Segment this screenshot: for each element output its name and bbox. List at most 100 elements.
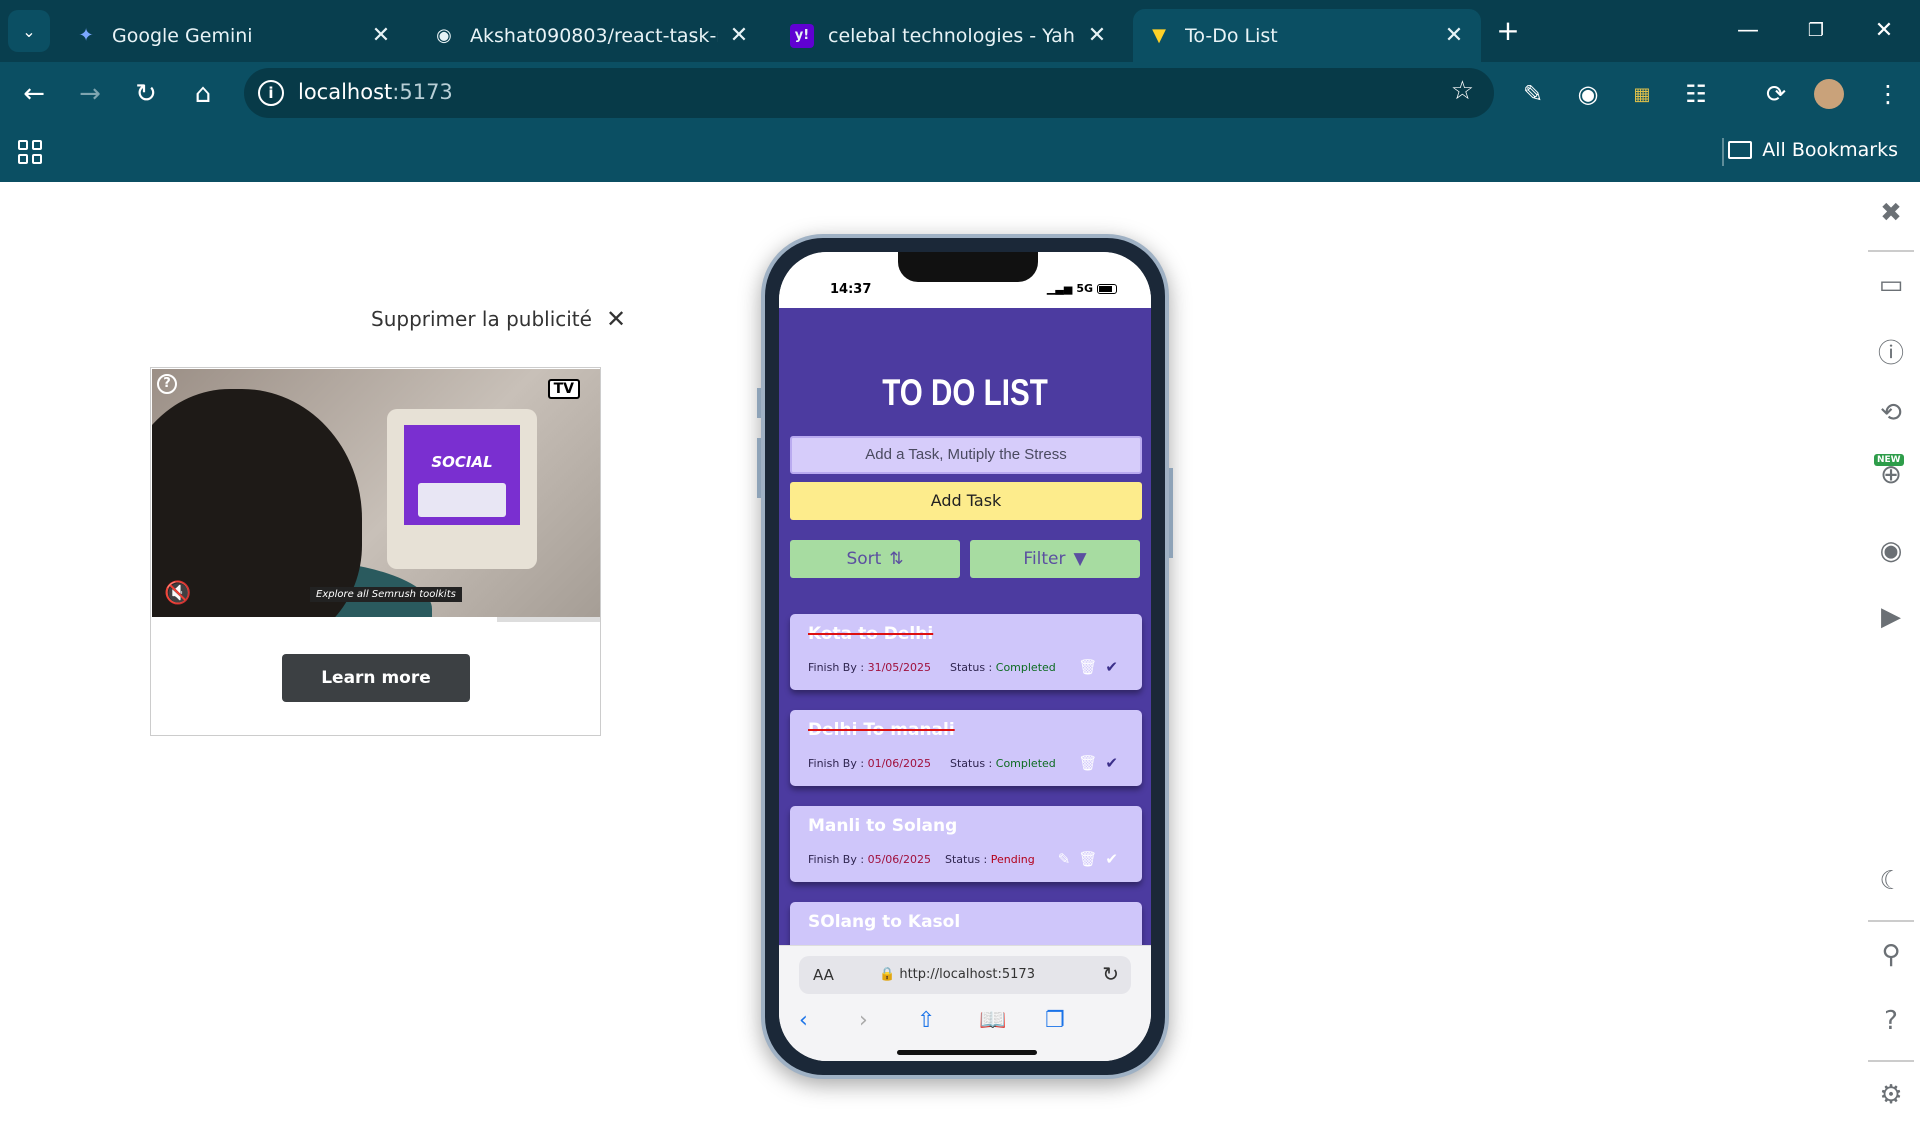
- reload-button[interactable]: ↻: [126, 74, 166, 114]
- performance-icon[interactable]: ⟳: [1758, 76, 1794, 112]
- add-task-button[interactable]: Add Task: [790, 482, 1142, 520]
- learn-more-button[interactable]: Learn more: [282, 654, 470, 702]
- bookmarks-bar: All Bookmarks: [0, 126, 1920, 182]
- close-window-button[interactable]: ✕: [1854, 10, 1914, 50]
- vite-icon: ▼: [1152, 25, 1166, 46]
- filter-label: Filter: [1023, 549, 1066, 569]
- folder-icon: [1728, 141, 1753, 159]
- target-extension-icon[interactable]: ◉: [1570, 76, 1606, 112]
- restore-button[interactable]: ❐: [1786, 10, 1846, 50]
- settings-gear-icon[interactable]: ⚙: [1874, 1078, 1908, 1112]
- tab-google-gemini[interactable]: ✦ Google Gemini ✕: [60, 9, 408, 62]
- ad-video[interactable]: SOCIAL Explore all Semrush toolkits TV ?…: [152, 369, 600, 622]
- video-icon[interactable]: ▶: [1874, 600, 1908, 634]
- screen-text: SOCIAL: [431, 453, 493, 471]
- mobile-address-bar[interactable]: AA 🔒 http://localhost:5173 ↻: [799, 956, 1131, 994]
- url-port: :5173: [392, 80, 453, 104]
- all-bookmarks-button[interactable]: All Bookmarks: [1728, 139, 1898, 161]
- camera-icon[interactable]: ◉: [1874, 534, 1908, 568]
- rotate-icon[interactable]: ⟲: [1874, 396, 1908, 430]
- tabs-icon[interactable]: ❐: [1045, 1008, 1065, 1033]
- menu-kebab-icon[interactable]: ⋮: [1870, 76, 1906, 112]
- mobile-forward-icon[interactable]: ›: [859, 1008, 868, 1033]
- url-text: localhost:5173: [298, 80, 453, 104]
- minimize-button[interactable]: —: [1718, 10, 1778, 50]
- reload-icon[interactable]: ↻: [1102, 962, 1119, 986]
- phone-frame: 14:37 ▁▃▅ 5G TO DO LIST Add a Task, Muti…: [757, 234, 1173, 1079]
- sort-button[interactable]: Sort ⇅: [790, 540, 960, 578]
- zoom-icon[interactable]: ⊕ NEW: [1874, 454, 1908, 492]
- status-time: 14:37: [830, 282, 872, 297]
- tab-title: Google Gemini: [112, 24, 253, 47]
- close-circle-icon[interactable]: ✖: [1874, 196, 1908, 230]
- help-circle-icon[interactable]: ?: [1874, 1004, 1908, 1038]
- reader-aa-button[interactable]: AA: [813, 966, 834, 984]
- apps-grid-icon[interactable]: [18, 140, 42, 164]
- filter-button[interactable]: Filter ▼: [970, 540, 1140, 578]
- close-icon[interactable]: ✕: [1441, 23, 1467, 48]
- tab-github[interactable]: ◉ Akshat090803/react-task-mana ✕: [418, 9, 766, 62]
- site-info-icon[interactable]: i: [258, 80, 284, 106]
- tv-logo: TV: [547, 379, 580, 399]
- remove-ad-link[interactable]: Supprimer la publicité ✕: [371, 305, 626, 333]
- close-icon[interactable]: ✕: [368, 23, 394, 48]
- task-finish: Finish By : 05/06/2025: [808, 853, 931, 866]
- check-icon[interactable]: ✔: [1105, 754, 1118, 772]
- url-host: localhost: [298, 80, 393, 104]
- trash-icon[interactable]: 🗑: [1078, 658, 1097, 676]
- tab-title: Akshat090803/react-task-mana: [470, 24, 718, 47]
- task-card: Kota to Delhi Finish By : 31/05/2025 Sta…: [790, 614, 1142, 690]
- close-icon[interactable]: ✕: [1084, 23, 1110, 48]
- profile-avatar[interactable]: [1814, 79, 1844, 109]
- edit-icon[interactable]: ✎: [1058, 850, 1071, 868]
- back-button[interactable]: ←: [14, 74, 54, 114]
- close-icon[interactable]: ✕: [726, 23, 752, 48]
- address-bar[interactable]: i localhost:5173 ☆: [244, 68, 1494, 118]
- tab-yahoo[interactable]: y! celebal technologies - Yahoo In ✕: [776, 9, 1124, 62]
- todo-app: TO DO LIST Add a Task, Mutiply the Stres…: [779, 308, 1151, 945]
- sheets-extension-icon[interactable]: ▦: [1624, 76, 1660, 112]
- check-icon[interactable]: ✔: [1105, 850, 1118, 868]
- all-bookmarks-label: All Bookmarks: [1762, 139, 1898, 161]
- sidebar-separator: [1868, 250, 1914, 252]
- monitor-illustration: SOCIAL: [387, 409, 537, 569]
- close-icon[interactable]: ✕: [606, 305, 626, 333]
- lock-icon: 🔒: [879, 967, 896, 982]
- info-icon[interactable]: ⓘ: [1874, 334, 1908, 369]
- sidebar-separator: [1868, 1060, 1914, 1062]
- signal-icon: ▁▃▅: [1046, 282, 1073, 295]
- share-nodes-icon[interactable]: ⚲: [1874, 938, 1908, 972]
- devices-icon[interactable]: ▭: [1874, 268, 1908, 302]
- task-input[interactable]: Add a Task, Mutiply the Stress: [790, 436, 1142, 474]
- tab-title: To-Do List: [1185, 24, 1278, 47]
- tab-search-button[interactable]: ⌄: [8, 10, 50, 52]
- tab-strip: ⌄ ✦ Google Gemini ✕ ◉ Akshat090803/react…: [0, 0, 1920, 62]
- trash-icon[interactable]: 🗑: [1078, 754, 1097, 772]
- filter-icon: ▼: [1073, 549, 1087, 569]
- tab-todo-list[interactable]: ▼ To-Do List ✕: [1133, 9, 1481, 62]
- monitor-screen: SOCIAL: [404, 425, 520, 525]
- extensions-puzzle-icon[interactable]: ☷: [1678, 76, 1714, 112]
- mobile-url: 🔒 http://localhost:5173: [879, 967, 1035, 982]
- mute-icon[interactable]: 🔇: [164, 581, 191, 606]
- home-button[interactable]: ⌂: [183, 74, 223, 114]
- task-finish: Finish By : 01/06/2025: [808, 757, 931, 770]
- trash-icon[interactable]: 🗑: [1078, 850, 1097, 868]
- new-tab-button[interactable]: +: [1478, 10, 1538, 50]
- browser-chrome: ⌄ ✦ Google Gemini ✕ ◉ Akshat090803/react…: [0, 0, 1920, 182]
- home-indicator: [897, 1050, 1037, 1055]
- bookmarks-book-icon[interactable]: 📖: [979, 1008, 1006, 1033]
- forward-button[interactable]: →: [70, 74, 110, 114]
- moon-icon[interactable]: ☾: [1874, 864, 1908, 898]
- share-icon[interactable]: ⇧: [917, 1008, 935, 1033]
- yahoo-icon: y!: [790, 23, 814, 48]
- github-icon: ◉: [436, 25, 452, 46]
- mobile-back-icon[interactable]: ‹: [799, 1008, 808, 1033]
- bookmark-star-icon[interactable]: ☆: [1451, 76, 1474, 106]
- ad-progress-bar: [152, 617, 600, 622]
- check-icon[interactable]: ✔: [1105, 658, 1118, 676]
- navigation-toolbar: ← → ↻ ⌂ i localhost:5173 ☆ ✎ ◉ ▦ ☷ ⟳ ⋮: [0, 62, 1920, 126]
- eyedropper-extension-icon[interactable]: ✎: [1515, 76, 1551, 112]
- phone-button: [757, 388, 761, 418]
- help-icon[interactable]: ?: [157, 374, 177, 394]
